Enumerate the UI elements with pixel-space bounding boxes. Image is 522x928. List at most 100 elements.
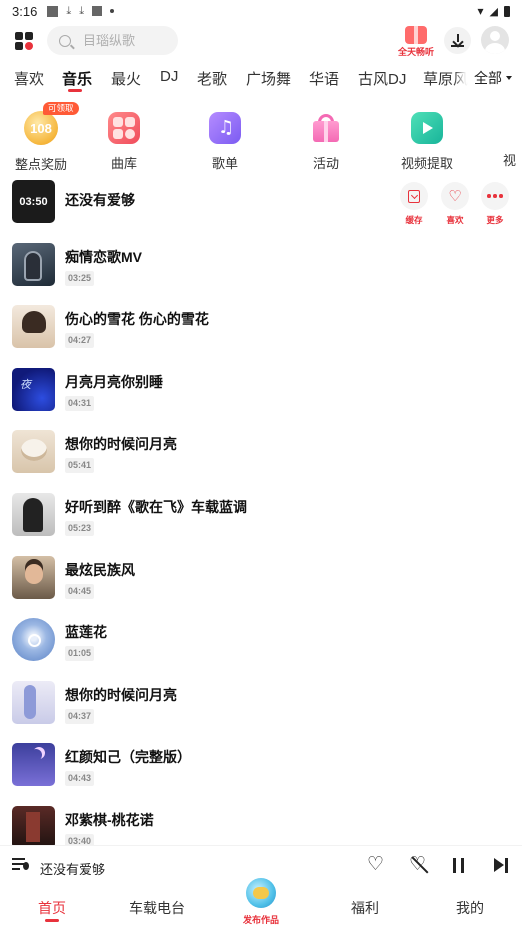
song-title: 邓紫棋-桃花诺	[65, 812, 154, 828]
pause-icon[interactable]	[453, 858, 465, 873]
nav-active-indicator	[45, 919, 59, 922]
music-library-entry[interactable]: 曲库	[89, 100, 159, 172]
song-cover	[12, 556, 55, 599]
song-duration: 04:37	[65, 709, 95, 724]
song-cover	[12, 743, 55, 786]
download-notification-icon-2: ⤓	[79, 4, 85, 17]
a-notification-icon	[92, 6, 103, 16]
song-row[interactable]: 红颜知己（完整版） 04:43	[0, 733, 522, 795]
song-actions: 缓存 ♡ 喜欢 更多	[398, 182, 516, 226]
now-playing-title: 还没有爱够	[40, 862, 106, 877]
more-notifications-dot-icon	[110, 9, 115, 13]
song-cover	[12, 681, 55, 724]
publish-button[interactable]: 发布作品	[228, 878, 294, 928]
notification-icons: ⤓ ⤓	[47, 4, 115, 18]
status-time: 3:16	[12, 3, 38, 19]
song-duration: 04:31	[65, 396, 95, 411]
tab-music[interactable]: 音乐	[62, 68, 92, 89]
activity-entry[interactable]: 活动	[291, 100, 361, 172]
reward-value: 108	[30, 120, 52, 136]
song-cover	[12, 305, 55, 348]
tab-oldies[interactable]: 老歌	[197, 68, 227, 89]
system-indicators: ▾ ◢	[477, 4, 510, 18]
video-icon	[411, 112, 443, 144]
playlist-queue-icon[interactable]	[12, 858, 29, 872]
signal-icon: ◢	[489, 5, 498, 18]
search-input[interactable]	[83, 33, 173, 48]
search-icon	[59, 34, 71, 47]
active-tab-indicator	[68, 89, 82, 92]
bottom-nav: 首页 车载电台 发布作品 福利 我的	[0, 878, 522, 928]
claimable-badge: 可领取	[43, 102, 79, 115]
apps-menu-icon[interactable]	[15, 32, 33, 50]
tab-dj[interactable]: DJ	[160, 68, 178, 85]
song-title: 想你的时候问月亮	[65, 687, 177, 703]
song-row[interactable]: 伤心的雪花 伤心的雪花 04:27	[0, 295, 522, 357]
more-icon	[487, 194, 503, 198]
song-title: 好听到醉《歌在飞》车载蓝调	[65, 499, 247, 515]
heart-icon: ♡	[448, 186, 462, 205]
publish-icon	[246, 878, 276, 908]
tab-hottest[interactable]: 最火	[111, 68, 141, 89]
tab-square-dance[interactable]: 广场舞	[246, 68, 291, 89]
tab-guofeng-dj[interactable]: 古风DJ	[358, 68, 406, 89]
song-cover	[12, 368, 55, 411]
playlist-icon: ♫	[209, 112, 241, 144]
song-duration: 05:23	[65, 521, 95, 536]
song-cover	[12, 618, 55, 661]
library-icon	[108, 112, 140, 144]
cache-icon	[408, 189, 420, 203]
download-notification-icon: ⤓	[66, 4, 72, 17]
song-cover	[12, 243, 55, 286]
nav-mine[interactable]: 我的	[456, 898, 484, 918]
song-cover: 03:50	[12, 180, 55, 223]
song-title: 伤心的雪花 伤心的雪花	[65, 311, 209, 327]
song-duration: 03:25	[65, 271, 95, 286]
download-button[interactable]	[444, 27, 471, 54]
more-button[interactable]: 更多	[480, 182, 510, 226]
like-button[interactable]: ♡ 喜欢	[440, 182, 470, 226]
all-categories-label: 全部	[474, 70, 502, 86]
song-row[interactable]: 03:50 还没有爱够 缓存 ♡ 喜欢 更多	[0, 170, 522, 232]
battery-icon	[504, 5, 510, 17]
song-title: 痴情恋歌MV	[65, 249, 142, 265]
nav-car-radio[interactable]: 车载电台	[129, 898, 185, 918]
more-label: 更多	[486, 215, 504, 225]
search-bar[interactable]	[47, 26, 178, 55]
tab-favorites[interactable]: 喜欢	[14, 68, 44, 89]
dislike-heart-icon[interactable]: ♡	[409, 855, 426, 874]
cache-button[interactable]: 缓存	[399, 182, 429, 226]
status-bar: 3:16 ⤓ ⤓ ▾ ◢	[0, 0, 522, 22]
like-heart-icon[interactable]: ♡	[367, 855, 384, 874]
song-row[interactable]: 想你的时候问月亮 04:37	[0, 671, 522, 733]
song-row[interactable]: 蓝莲花 01:05	[0, 608, 522, 670]
song-duration: 04:27	[65, 333, 95, 348]
song-row[interactable]: 痴情恋歌MV 03:25	[0, 233, 522, 295]
video-extract-entry[interactable]: 视频提取	[392, 100, 462, 172]
song-title: 最炫民族风	[65, 562, 135, 578]
song-row[interactable]: 最炫民族风 04:45	[0, 546, 522, 608]
quick-entry-overflow-label[interactable]: 视	[503, 150, 516, 169]
nav-welfare[interactable]: 福利	[351, 898, 379, 918]
quick-entries: 108 可领取 整点奖励 曲库 ♫ 歌单 活动 视频提取 视	[0, 100, 522, 173]
song-duration: 05:41	[65, 458, 95, 473]
next-track-icon[interactable]	[494, 858, 508, 873]
song-cover	[12, 430, 55, 473]
wifi-icon: ▾	[477, 4, 484, 18]
tab-chinese[interactable]: 华语	[309, 68, 339, 89]
all-day-listen-promo[interactable]: 全天畅听	[396, 26, 436, 58]
hourly-reward-entry[interactable]: 108 可领取 整点奖励	[6, 100, 79, 173]
song-title: 还没有爱够	[65, 192, 135, 208]
playlist-entry[interactable]: ♫ 歌单	[190, 100, 260, 172]
notification-square-icon	[47, 5, 59, 17]
tab-grassland[interactable]: 草原风	[423, 68, 468, 89]
song-row[interactable]: 好听到醉《歌在飞》车载蓝调 05:23	[0, 483, 522, 545]
song-row[interactable]: 想你的时候问月亮 05:41	[0, 420, 522, 482]
user-avatar[interactable]	[481, 26, 509, 54]
nav-home[interactable]: 首页	[38, 898, 66, 918]
song-cover	[12, 493, 55, 536]
all-categories-button[interactable]: 全部	[468, 62, 522, 94]
song-duration: 04:45	[65, 584, 95, 599]
coin-icon: 108	[24, 111, 58, 145]
song-row[interactable]: 月亮月亮你别睡 04:31	[0, 358, 522, 420]
